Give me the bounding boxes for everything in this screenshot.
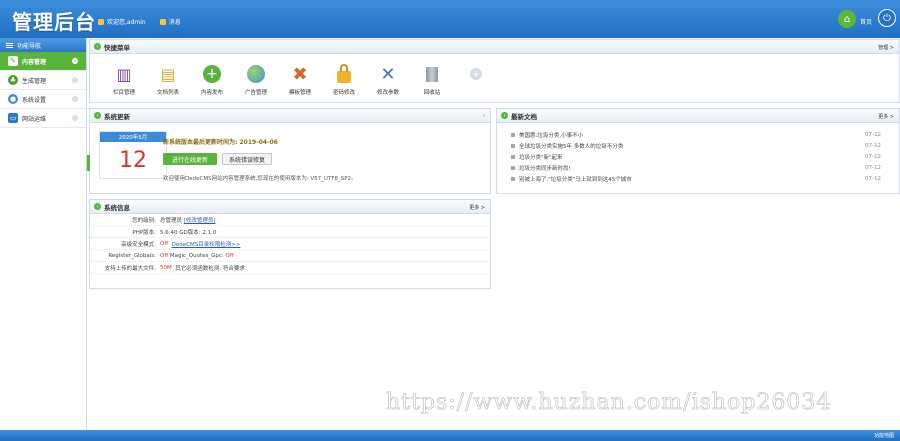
sidebar-title: 功能导航 xyxy=(0,38,86,52)
online-update-button[interactable]: 进行在线更新 xyxy=(163,153,217,165)
system-update-panel: › 系统更新 › 2020年5月 12 新系统版本最后更新时间为: 2019-0… xyxy=(87,108,491,194)
version-note: 欢迎使用DedeCMS网站内容管理系统,您现在的使用版本为: V57_UTF8_… xyxy=(163,176,357,182)
home-icon[interactable]: ⌂ xyxy=(838,10,856,28)
sidebar-item-generate[interactable]: ♣ 生成管理 › xyxy=(0,71,86,90)
monitor-icon: ▭ xyxy=(8,113,18,123)
latest-docs-header: › 最新文档 更多 > xyxy=(497,109,899,123)
info-row-upload: 支持上传的最大文件: 50M 其它必须函数检测: 符合要求 xyxy=(90,262,490,274)
app-logo: 管理后台 xyxy=(12,10,96,34)
quick-item-ads[interactable]: 广告管理 xyxy=(234,64,278,96)
bullet-icon xyxy=(511,154,515,159)
quick-menu-icons: ▥ 栏目管理 ▤ 文档列表 + 内容发布 广告管理 ✖ 模板管理 密码修改 ✕ … xyxy=(90,54,899,96)
tree-icon: ♣ xyxy=(8,75,18,85)
chevron-right-icon: › xyxy=(483,113,485,119)
info-row-globals: Register_Globals: Off Magic_Quotes_Gpc: … xyxy=(90,250,490,262)
info-row-level: 您的级别: 总管理员 [修改管理员] xyxy=(90,214,490,226)
calendar-day: 12 xyxy=(119,148,147,173)
quick-menu-header: › 快捷菜单 管理 > xyxy=(90,40,899,54)
top-header: 管理后台 欢迎您,admin 消息 ⌂ 首页 ⏻ xyxy=(0,0,900,38)
chevron-right-icon: › xyxy=(72,96,78,102)
arrow-circle-icon: › xyxy=(94,43,101,50)
list-item[interactable]: 美国惠:垃圾分类,小事不小 07-12 xyxy=(511,129,899,140)
system-info-panel: › 系统信息 更多 > 您的级别: 总管理员 [修改管理员] PHP版本: 5.… xyxy=(89,199,491,289)
sidebar-item-content[interactable]: ✎ 内容管理 › xyxy=(0,52,86,71)
chevron-right-icon: › xyxy=(72,77,78,83)
list-item[interactable]: 别被上海了,"垃圾分类"马上就到到这45个城市 07-12 xyxy=(511,173,899,184)
calendar-month: 2020年5月 xyxy=(100,132,166,142)
quick-item-recycle[interactable]: 回收站 xyxy=(410,64,454,96)
system-update-header: › 系统更新 › xyxy=(90,109,490,123)
trash-icon xyxy=(422,64,442,84)
sysinfo-more-link[interactable]: 更多 > xyxy=(469,204,485,211)
sidebar-item-ops[interactable]: ▭ 网站运维 › xyxy=(0,109,86,128)
arrow-circle-icon: › xyxy=(94,112,101,119)
bullet-icon xyxy=(511,176,515,181)
permission-check-link[interactable]: DedeCMS目录权限检测>> xyxy=(172,240,241,248)
list-item[interactable]: 全球垃圾分类实施5年 多数人的垃圾不分类 07-12 xyxy=(511,140,899,151)
info-row-php: PHP版本: 5.6.40 GD版本: 2.1.0 xyxy=(90,226,490,238)
sidebar-item-settings[interactable]: ● 系统设置 › xyxy=(0,90,86,109)
chevron-right-icon: › xyxy=(72,115,78,121)
notebook-icon: ▤ xyxy=(160,64,176,84)
list-item[interactable]: 垃圾分类"新"起来 07-12 xyxy=(511,151,899,162)
message-icon[interactable] xyxy=(159,18,166,25)
latest-docs-panel: › 最新文档 更多 > 美国惠:垃圾分类,小事不小 07-12 全球垃圾分类实施5… xyxy=(496,108,900,194)
watermark: https://www.huzhan.com/ishop26034 xyxy=(386,390,832,416)
latest-docs-list: 美国惠:垃圾分类,小事不小 07-12 全球垃圾分类实施5年 多数人的垃圾不分类 0… xyxy=(497,123,899,184)
quick-item-templates[interactable]: ✖ 模板管理 xyxy=(278,63,322,97)
quick-menu-panel: › 快捷菜单 管理 > ▥ 栏目管理 ▤ 文档列表 + 内容发布 广告管理 ✖ xyxy=(89,39,900,103)
latest-more-link[interactable]: 更多 > xyxy=(878,113,894,120)
bullet-icon xyxy=(511,165,515,170)
quick-item-password[interactable]: 密码修改 xyxy=(322,64,366,96)
chevron-right-icon: › xyxy=(72,58,78,64)
system-info-header: › 系统信息 更多 > xyxy=(90,200,490,214)
tools-cross-icon: ✖ xyxy=(292,63,308,85)
quick-manage-link[interactable]: 管理 > xyxy=(878,44,894,51)
quick-item-add[interactable]: + xyxy=(454,64,498,96)
arrow-circle-icon: › xyxy=(501,112,508,119)
user-icon xyxy=(98,18,104,25)
add-circle-icon: + xyxy=(470,68,482,80)
info-row-safemode: 高级安全模式: Off DedeCMS目录权限检测>> xyxy=(90,238,490,250)
palette-icon: ● xyxy=(8,94,18,104)
plus-circle-icon: + xyxy=(202,64,222,84)
welcome-text: 欢迎您,admin xyxy=(107,19,146,26)
globe-icon xyxy=(246,64,266,84)
quick-item-doclist[interactable]: ▤ 文档列表 xyxy=(146,64,190,97)
error-repair-button[interactable]: 系统错误修复 xyxy=(222,153,272,165)
arrow-circle-icon: › xyxy=(94,203,101,210)
logout-power-icon[interactable]: ⏻ xyxy=(878,9,896,27)
feature-map-link[interactable]: 功能地图 xyxy=(874,432,894,439)
quick-item-params[interactable]: ✕ 修改参数 xyxy=(366,63,410,97)
list-item[interactable]: 垃圾分类同步新时尚! 07-12 xyxy=(511,162,899,173)
bullet-icon xyxy=(511,132,515,137)
welcome-bar: 欢迎您,admin 消息 xyxy=(98,17,181,26)
quick-item-publish[interactable]: + 内容发布 xyxy=(190,64,234,96)
message-link[interactable]: 消息 xyxy=(169,17,181,26)
bullet-icon xyxy=(511,143,515,148)
menu-icon xyxy=(6,42,13,48)
lock-icon xyxy=(334,64,354,84)
footer-bar: 功能地图 xyxy=(0,430,900,441)
wrench-icon: ✕ xyxy=(380,63,396,85)
home-link[interactable]: 首页 xyxy=(860,17,872,26)
accent-bar xyxy=(87,155,90,171)
version-info: 新系统版本最后更新时间为: 2019-04-06 xyxy=(163,139,278,146)
books-icon: ▥ xyxy=(116,64,132,84)
edit-icon: ✎ xyxy=(8,56,18,66)
edit-admin-link[interactable]: [修改管理员] xyxy=(184,216,216,224)
calendar-widget: 2020年5月 12 xyxy=(99,131,167,179)
sidebar: 功能导航 ✎ 内容管理 › ♣ 生成管理 › ● 系统设置 › ▭ 网站运维 › xyxy=(0,38,87,430)
quick-item-columns[interactable]: ▥ 栏目管理 xyxy=(102,64,146,97)
main-content: › 快捷菜单 管理 > ▥ 栏目管理 ▤ 文档列表 + 内容发布 广告管理 ✖ xyxy=(87,38,900,430)
